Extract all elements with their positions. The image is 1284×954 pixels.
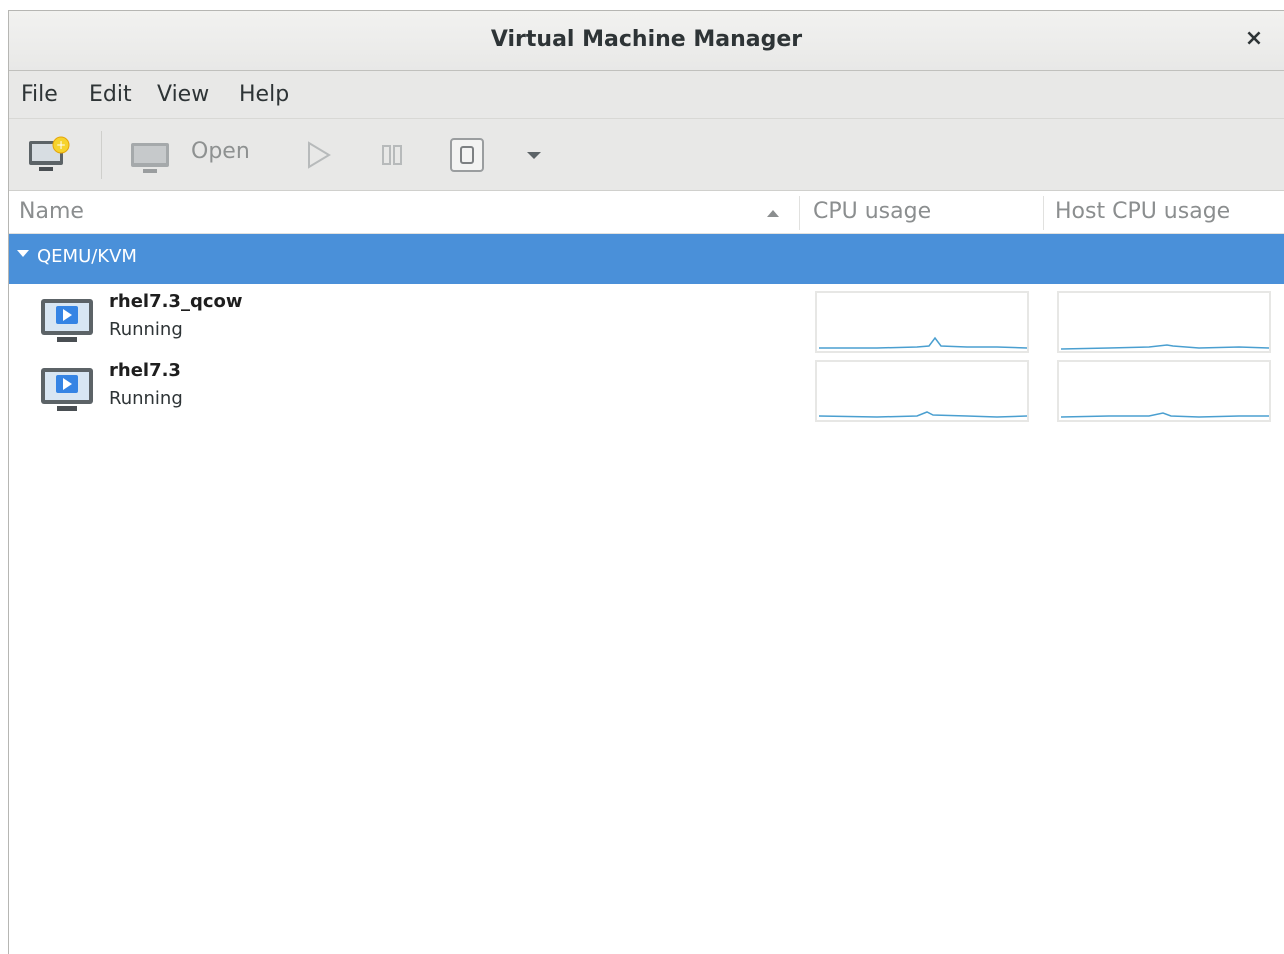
open-button[interactable]: Open xyxy=(125,119,265,191)
toolbar: + Open xyxy=(9,119,1284,191)
vm-row-rhel7-3[interactable]: rhel7.3 Running xyxy=(9,356,1284,424)
shutdown-button[interactable] xyxy=(445,119,489,191)
vm-name: rhel7.3 xyxy=(109,360,181,381)
host-cpu-usage-graph xyxy=(1057,291,1271,353)
open-label: Open xyxy=(191,139,250,164)
menu-bar: File Edit View Help xyxy=(9,71,1284,119)
vm-running-icon xyxy=(41,368,93,411)
menu-edit[interactable]: Edit xyxy=(89,82,132,107)
cpu-usage-column-header[interactable]: CPU usage xyxy=(813,192,931,234)
shutdown-menu-button[interactable] xyxy=(519,119,549,191)
vm-row-rhel7-3-qcow[interactable]: rhel7.3_qcow Running xyxy=(9,287,1284,355)
list-header: Name CPU usage Host CPU usage xyxy=(9,192,1284,234)
sort-ascending-icon[interactable] xyxy=(765,206,781,220)
vm-status: Running xyxy=(109,388,183,409)
host-cpu-usage-column-header[interactable]: Host CPU usage xyxy=(1055,192,1230,234)
cpu-usage-graph xyxy=(815,291,1029,353)
title-bar[interactable]: Virtual Machine Manager × xyxy=(9,11,1284,71)
new-vm-button[interactable]: + xyxy=(23,119,83,191)
monitor-icon xyxy=(131,143,169,173)
new-vm-icon: + xyxy=(29,136,70,171)
play-icon xyxy=(308,141,331,169)
menu-help[interactable]: Help xyxy=(239,82,289,107)
host-cpu-usage-graph xyxy=(1057,360,1271,422)
pause-icon xyxy=(382,145,402,165)
column-divider[interactable] xyxy=(1043,196,1044,230)
close-button[interactable]: × xyxy=(1240,25,1268,53)
vm-running-icon xyxy=(41,299,93,342)
connection-label: QEMU/KVM xyxy=(37,246,137,267)
toolbar-separator xyxy=(101,131,102,179)
chevron-down-icon xyxy=(527,152,541,159)
expand-arrow-icon[interactable] xyxy=(17,250,29,257)
column-divider[interactable] xyxy=(799,196,800,230)
run-button[interactable] xyxy=(299,119,339,191)
connection-group-qemu-kvm[interactable]: QEMU/KVM xyxy=(9,234,1284,284)
cpu-usage-graph xyxy=(815,360,1029,422)
shutdown-icon xyxy=(450,138,484,172)
window-title: Virtual Machine Manager xyxy=(490,27,803,52)
vm-status: Running xyxy=(109,319,183,340)
vm-name: rhel7.3_qcow xyxy=(109,291,243,312)
vm-manager-window: Virtual Machine Manager × File Edit View… xyxy=(8,10,1284,954)
menu-file[interactable]: File xyxy=(21,82,58,107)
pause-button[interactable] xyxy=(373,119,413,191)
menu-view[interactable]: View xyxy=(157,82,209,107)
name-column-header[interactable]: Name xyxy=(19,192,84,234)
svg-text:+: + xyxy=(56,138,66,152)
